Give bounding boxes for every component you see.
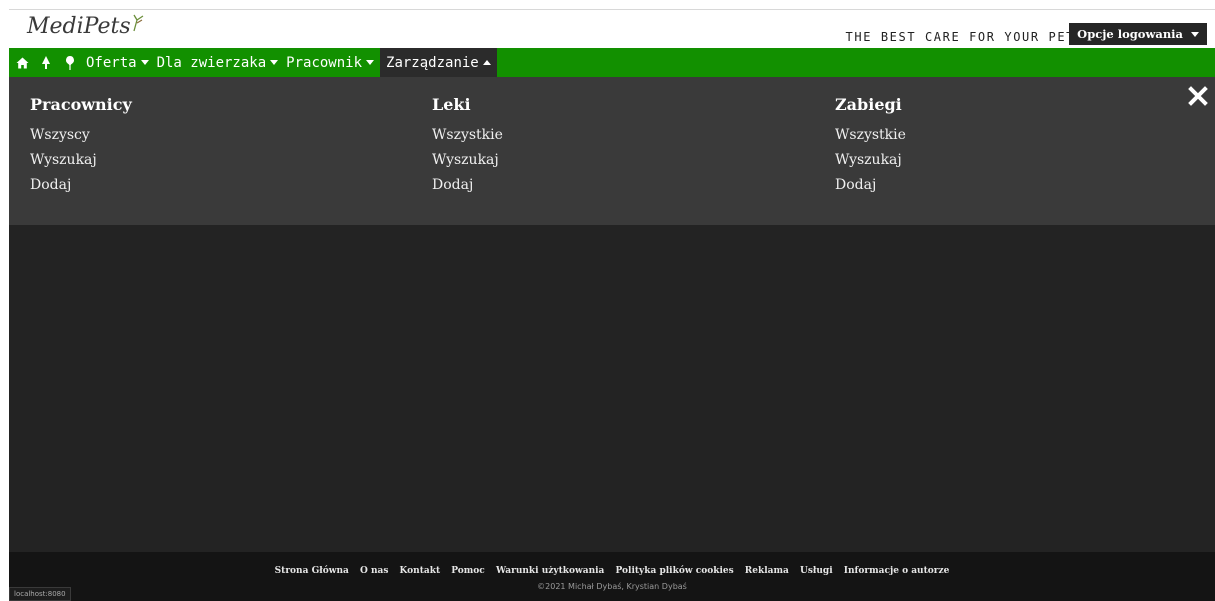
footer-link-strona-glowna[interactable]: Strona Główna xyxy=(275,566,349,576)
chevron-down-icon xyxy=(1191,31,1199,37)
nav-item-pracownik[interactable]: Pracownik xyxy=(283,48,377,77)
nav-item-zarzadzanie[interactable]: Zarządzanie xyxy=(380,48,497,77)
nav-item-label: Oferta xyxy=(86,54,137,71)
nav-item-label: Zarządzanie xyxy=(386,54,479,71)
menu-column-leki: Leki Wszystkie Wyszukaj Dodaj xyxy=(432,95,503,198)
menu-column-pracownicy: Pracownicy Wszyscy Wyszukaj Dodaj xyxy=(30,95,132,198)
menu-link-wszystkie[interactable]: Wszystkie xyxy=(432,123,503,148)
menu-link-wyszukaj[interactable]: Wyszukaj xyxy=(835,148,906,173)
close-icon[interactable] xyxy=(1187,85,1209,107)
copyright: ©2021 Michał Dybaś, Krystian Dybaś xyxy=(537,582,687,591)
chevron-down-icon xyxy=(366,60,375,65)
chevron-up-icon xyxy=(482,60,491,65)
menu-link-dodaj[interactable]: Dodaj xyxy=(835,173,906,198)
chevron-down-icon xyxy=(270,60,279,65)
nav-item-label: Pracownik xyxy=(286,54,363,71)
status-bar-url: localhost:8080 xyxy=(9,587,71,601)
menu-link-wyszukaj[interactable]: Wyszukaj xyxy=(432,148,503,173)
logo[interactable]: MediPets xyxy=(27,14,145,39)
menu-link-wszyscy[interactable]: Wszyscy xyxy=(30,123,132,148)
tagline: THE BEST CARE FOR YOUR PET xyxy=(845,30,1075,44)
home-icon[interactable] xyxy=(11,48,33,77)
footer-link-uslugi[interactable]: Usługi xyxy=(800,566,833,576)
menu-link-dodaj[interactable]: Dodaj xyxy=(30,173,132,198)
footer-link-pomoc[interactable]: Pomoc xyxy=(451,566,485,576)
sprig-icon xyxy=(133,14,144,32)
menu-column-zabiegi: Zabiegi Wszystkie Wyszukaj Dodaj xyxy=(835,95,906,198)
footer-link-warunki[interactable]: Warunki użytkowania xyxy=(496,566,604,576)
nav-item-label: Dla zwierzaka xyxy=(156,54,267,71)
menu-link-dodaj[interactable]: Dodaj xyxy=(432,173,503,198)
pin-icon[interactable] xyxy=(59,48,81,77)
nav-item-dla-zwierzaka[interactable]: Dla zwierzaka xyxy=(154,48,282,77)
menu-link-wyszukaj[interactable]: Wyszukaj xyxy=(30,148,132,173)
chevron-down-icon xyxy=(140,60,149,65)
login-options-button[interactable]: Opcje logowania xyxy=(1069,23,1207,45)
footer-link-reklama[interactable]: Reklama xyxy=(745,566,789,576)
logo-text: MediPets xyxy=(27,14,131,39)
footer: Strona Główna O nas Kontakt Pomoc Warunk… xyxy=(9,552,1215,601)
menu-column-title: Leki xyxy=(432,95,471,114)
main-nav: Oferta Dla zwierzaka Pracownik Zarządzan… xyxy=(9,48,1215,77)
footer-links: Strona Główna O nas Kontakt Pomoc Warunk… xyxy=(9,566,1215,576)
menu-link-wszystkie[interactable]: Wszystkie xyxy=(835,123,906,148)
menu-column-title: Zabiegi xyxy=(835,95,902,114)
footer-link-autor[interactable]: Informacje o autorze xyxy=(844,566,950,576)
footer-link-cookies[interactable]: Polityka plików cookies xyxy=(616,566,734,576)
management-dropdown-menu: Pracownicy Wszyscy Wyszukaj Dodaj Leki W… xyxy=(9,77,1215,225)
page: MediPets THE BEST CARE FOR YOUR PET Opcj… xyxy=(9,9,1215,601)
menu-column-title: Pracownicy xyxy=(30,95,132,114)
top-header: MediPets THE BEST CARE FOR YOUR PET Opcj… xyxy=(9,9,1215,49)
login-options-label: Opcje logowania xyxy=(1077,27,1183,41)
footer-link-o-nas[interactable]: O nas xyxy=(360,566,388,576)
nav-item-oferta[interactable]: Oferta xyxy=(83,48,152,77)
footer-link-kontakt[interactable]: Kontakt xyxy=(400,566,441,576)
tree-icon[interactable] xyxy=(35,48,57,77)
